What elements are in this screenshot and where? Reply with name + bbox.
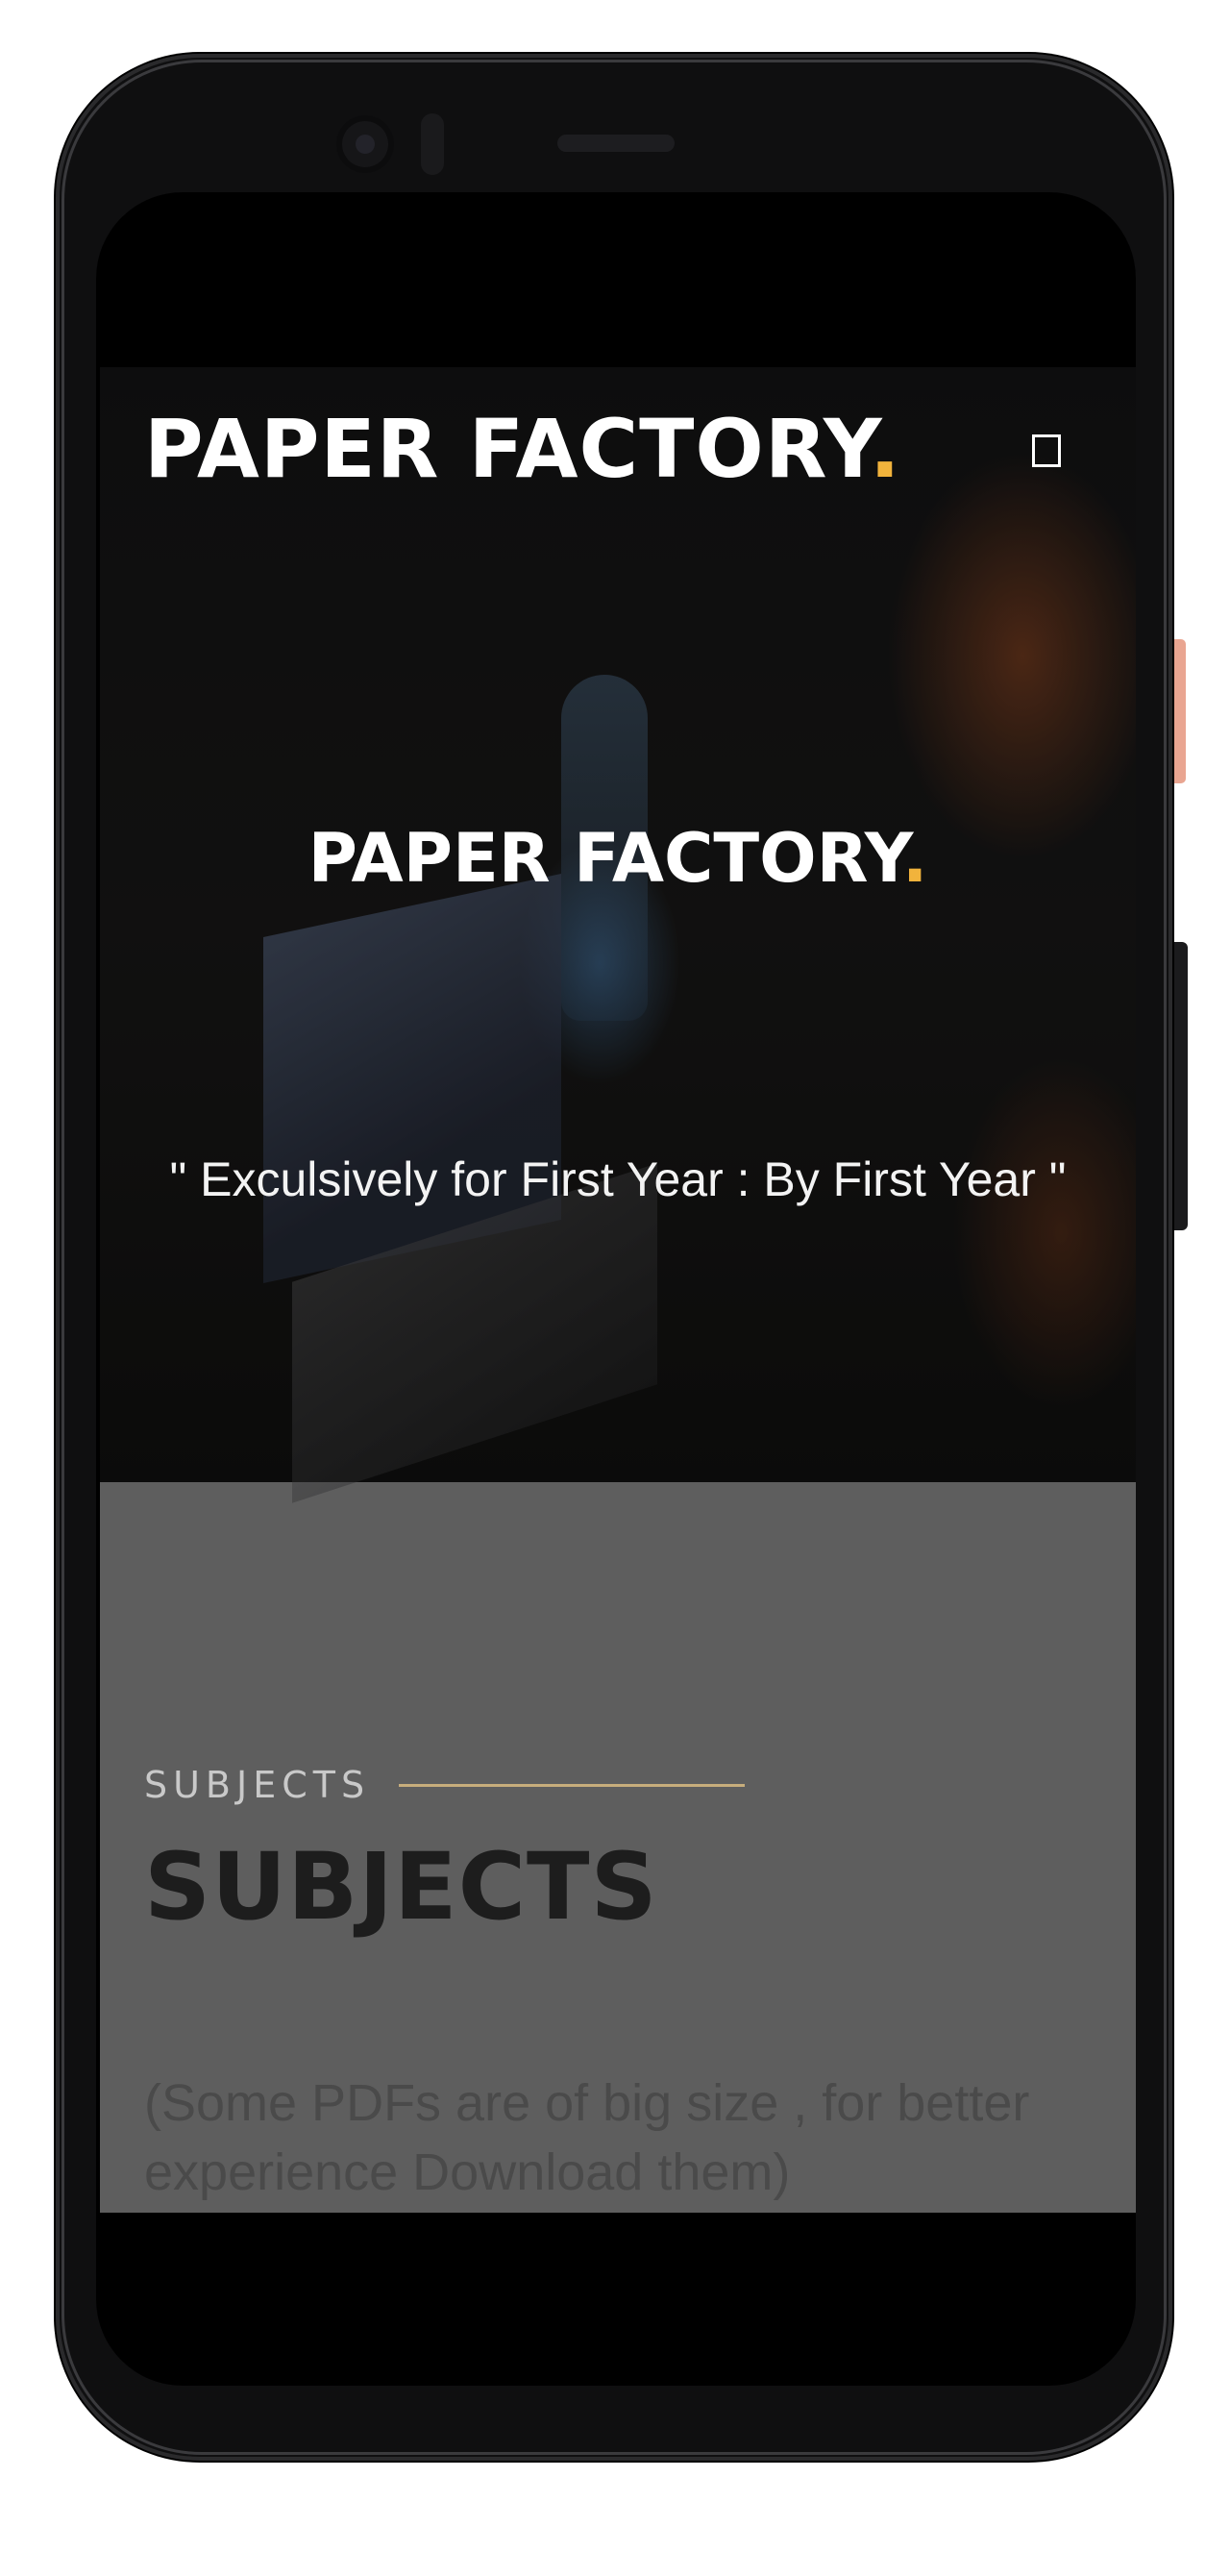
- navbar-brand-text: PAPER FACTORY: [144, 402, 870, 496]
- section-divider-line: [399, 1783, 746, 1787]
- web-viewport[interactable]: PAPER FACTORY. PAPER FACTORY. " Exculsiv…: [100, 367, 1136, 2213]
- navbar-brand-link[interactable]: PAPER FACTORY.: [144, 402, 901, 496]
- earpiece-speaker: [557, 135, 675, 152]
- hero-section: PAPER FACTORY. PAPER FACTORY. " Exculsiv…: [100, 367, 1136, 1503]
- volume-button: [1174, 639, 1186, 783]
- sensor-icon: [421, 113, 444, 175]
- navbar-brand-dot: .: [869, 402, 901, 496]
- section-heading: SUBJECTS: [144, 1833, 658, 1941]
- section-label: SUBJECTS: [144, 1764, 371, 1806]
- hero-title-dot: .: [901, 819, 928, 898]
- front-camera-icon: [336, 115, 394, 173]
- hero-overlay: [100, 367, 1136, 1482]
- menu-toggle-icon[interactable]: [1032, 434, 1061, 467]
- section-label-row: SUBJECTS: [144, 1761, 746, 1809]
- power-button: [1174, 942, 1188, 1230]
- section-note: (Some PDFs are of big size , for better …: [144, 2074, 1030, 2201]
- hero-title-text: PAPER FACTORY: [308, 819, 902, 898]
- hero-tagline: " Exculsively for First Year : By First …: [169, 1152, 1067, 1206]
- hero-title: PAPER FACTORY.: [100, 819, 1136, 898]
